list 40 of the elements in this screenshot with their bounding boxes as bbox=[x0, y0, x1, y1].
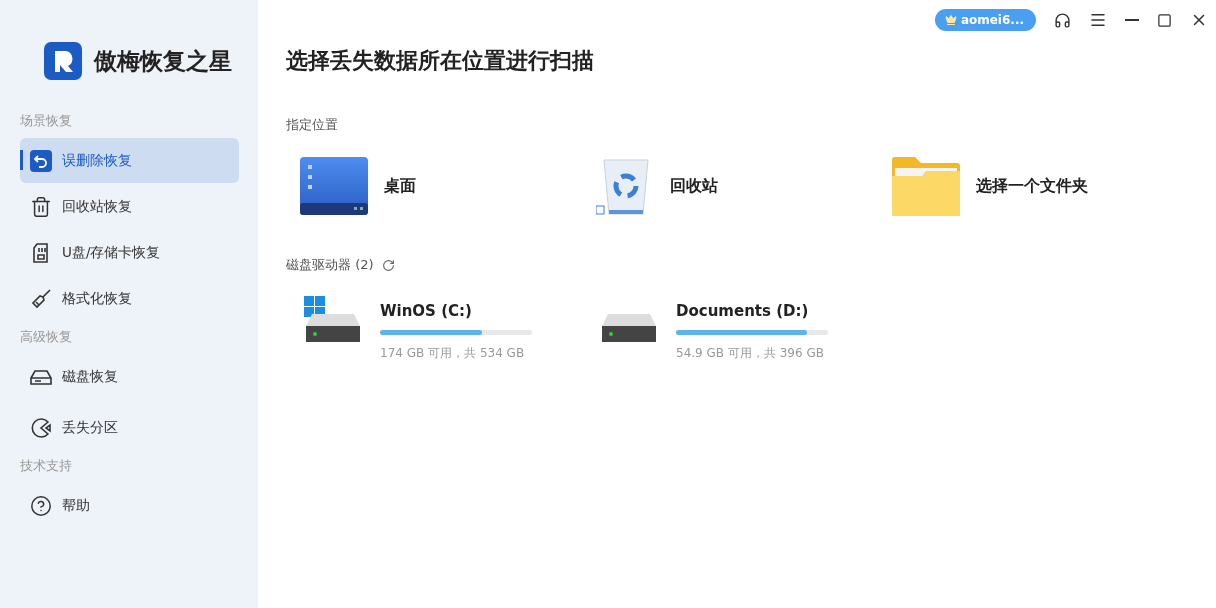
location-option[interactable]: 桌面 bbox=[300, 156, 596, 216]
menu-icon bbox=[1089, 11, 1107, 29]
sidebar-item[interactable]: 格式化恢复 bbox=[20, 276, 239, 321]
sidebar-item[interactable]: 回收站恢复 bbox=[20, 184, 239, 229]
refresh-button[interactable] bbox=[381, 258, 395, 272]
maximize-button[interactable] bbox=[1157, 12, 1172, 28]
drive-item[interactable]: WinOS (C:) 174 GB 可用，共 534 GB bbox=[304, 296, 600, 362]
section-heading: 指定位置 bbox=[286, 116, 338, 134]
section-title: 场景恢复 bbox=[20, 112, 73, 130]
broom-icon bbox=[30, 287, 52, 310]
menu-button[interactable] bbox=[1089, 11, 1107, 29]
trash-icon bbox=[30, 195, 52, 218]
drive-item[interactable]: Documents (D:) 54.9 GB 可用，共 396 GB bbox=[600, 296, 896, 362]
headset-icon bbox=[1054, 11, 1071, 29]
selection-indicator bbox=[20, 150, 23, 170]
location-option[interactable]: 选择一个文件夹 bbox=[892, 156, 1188, 216]
sidebar-item[interactable]: U盘/存储卡恢复 bbox=[20, 230, 239, 275]
sidebar-item[interactable]: 丢失分区 bbox=[20, 405, 239, 450]
app-name: 傲梅恢复之星 bbox=[94, 46, 232, 76]
refresh-icon bbox=[381, 258, 395, 272]
section-title: 高级恢复 bbox=[20, 328, 73, 346]
folder-icon bbox=[892, 156, 960, 216]
maximize-icon bbox=[1157, 12, 1172, 28]
pie-chart-icon bbox=[30, 416, 52, 439]
section-title: 技术支持 bbox=[20, 457, 73, 475]
app-logo-icon bbox=[44, 42, 82, 80]
desktop-icon bbox=[300, 157, 368, 215]
help-icon bbox=[30, 494, 52, 517]
crown-icon bbox=[944, 14, 957, 26]
sidebar-item[interactable]: 磁盘恢复 bbox=[20, 354, 239, 399]
support-button[interactable] bbox=[1054, 11, 1071, 29]
undo-icon bbox=[30, 149, 52, 172]
page-title: 选择丢失数据所在位置进行扫描 bbox=[286, 47, 595, 75]
minimize-icon bbox=[1125, 19, 1139, 21]
location-option[interactable]: 回收站 bbox=[596, 156, 892, 216]
hard-drive-icon bbox=[600, 314, 658, 342]
sidebar-item[interactable]: 误删除恢复 bbox=[20, 138, 239, 183]
system-drive-icon bbox=[304, 296, 362, 342]
sidebar-item[interactable]: 帮助 bbox=[20, 483, 239, 528]
section-heading: 磁盘驱动器 (2) bbox=[286, 256, 374, 274]
